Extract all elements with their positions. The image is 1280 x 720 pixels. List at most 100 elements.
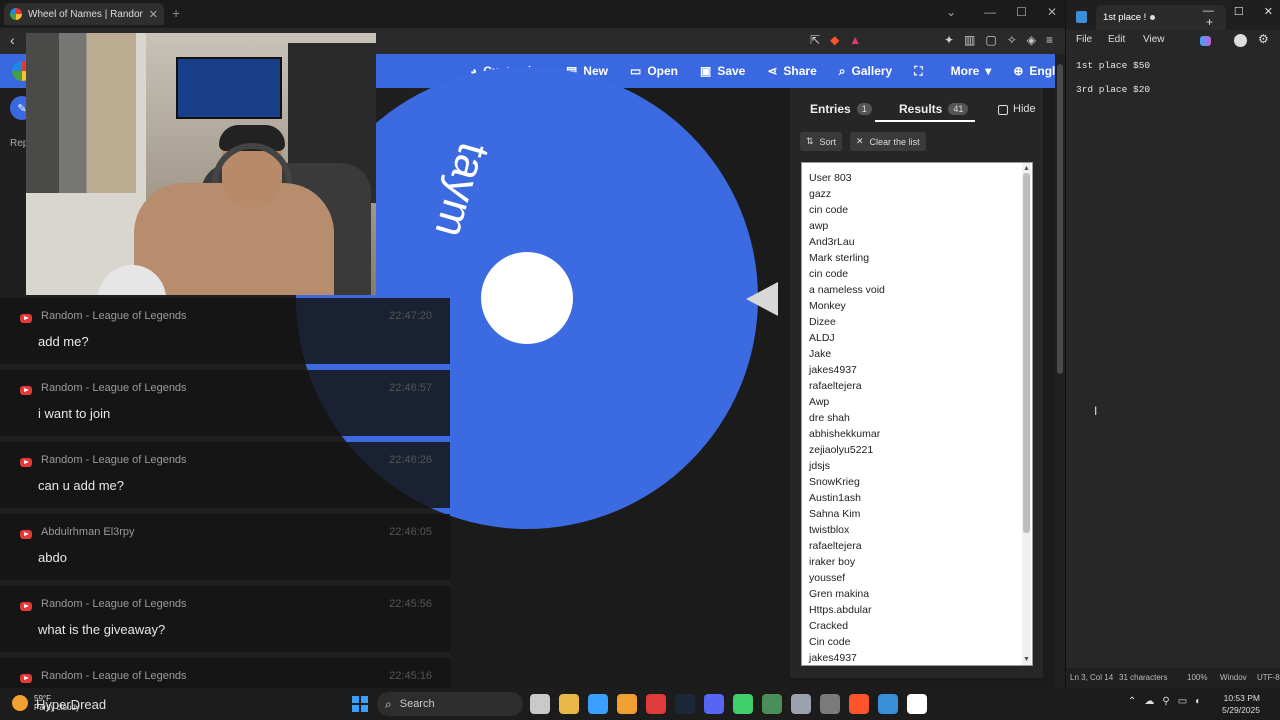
nav-item-label: Save <box>717 64 746 78</box>
gear-icon[interactable]: ⚙ <box>1258 32 1269 46</box>
notepad-tab-title: 1st place ! <box>1103 12 1147 23</box>
nav-item-gallery[interactable]: ⌕ Gallery <box>839 64 892 79</box>
chat-author: Random - League of Legends <box>41 310 187 322</box>
notepad-titlebar: 1st place ! + — ☐ ✕ <box>1066 0 1280 30</box>
taskbar-clock[interactable]: 10:53 PM 5/29/2025 <box>1222 692 1260 716</box>
result-item: Gren makina <box>809 588 870 600</box>
brave-shield-icon[interactable]: ◆ <box>830 33 839 47</box>
results-count-badge: 41 <box>948 103 969 115</box>
brave-rewards-icon[interactable]: ▲ <box>849 33 861 47</box>
result-item: dre shah <box>809 412 850 424</box>
taskbar-app-icon[interactable] <box>733 694 753 714</box>
network-icon[interactable]: ⚲ <box>1162 696 1169 707</box>
wheel-center[interactable] <box>481 252 573 344</box>
notepad-minimize-button[interactable]: — <box>1203 5 1214 18</box>
taskbar-search[interactable]: ⌕ Search <box>377 692 523 716</box>
browser-tab[interactable]: Wheel of Names | Random name ✕ <box>4 3 164 25</box>
menu-edit[interactable]: Edit <box>1108 34 1125 45</box>
wallet-icon[interactable]: ▢ <box>985 33 996 47</box>
youtube-icon <box>20 602 32 611</box>
taskbar-app-icon[interactable] <box>646 694 666 714</box>
page-scroll-thumb[interactable] <box>1057 64 1063 374</box>
copilot-icon[interactable] <box>1200 36 1211 46</box>
results-scrollbar[interactable]: ▲ ▼ <box>1022 163 1031 665</box>
close-window-button[interactable]: ✕ <box>1047 5 1057 19</box>
chat-author: Abdulrhman El3rpy <box>41 526 135 538</box>
tab-results[interactable]: Results 41 <box>899 102 969 116</box>
clock-date: 5/29/2025 <box>1222 705 1260 715</box>
chevron-up-icon[interactable]: ⌃ <box>1128 696 1136 707</box>
page-scrollbar[interactable] <box>1055 54 1065 688</box>
vpn-icon[interactable]: ◈ <box>1027 33 1036 47</box>
clear-list-button[interactable]: ✕ Clear the list <box>850 132 926 151</box>
menu-view[interactable]: View <box>1143 34 1165 45</box>
account-avatar-icon[interactable] <box>1234 34 1247 47</box>
windows-logo-pane <box>352 705 359 712</box>
chat-author: Random - League of Legends <box>41 598 187 610</box>
result-item: jakes4937 <box>809 364 857 376</box>
result-item: Monkey <box>809 300 846 312</box>
notepad-close-button[interactable]: ✕ <box>1264 5 1273 18</box>
system-tray: ⌃ ☁ ⚲ ▭ ◐ <box>1128 696 1201 707</box>
scroll-up-icon[interactable]: ▲ <box>1023 165 1030 172</box>
minimize-button[interactable]: — <box>984 5 996 19</box>
browser-toolbar-icons: ✦ ▥ ▢ ✧ ◈ ≡ <box>944 33 1053 47</box>
chat-text: what is the giveaway? <box>38 622 166 637</box>
sidebar-icon[interactable]: ▥ <box>964 33 975 47</box>
taskbar-app-icon[interactable] <box>675 694 695 714</box>
hide-checkbox[interactable] <box>998 105 1008 115</box>
scroll-down-icon[interactable]: ▼ <box>1023 656 1030 663</box>
nav-item-fullscreen[interactable]: ⛶ <box>914 64 928 79</box>
taskbar-app-icon[interactable] <box>907 694 927 714</box>
back-button[interactable]: ‹ <box>10 32 15 48</box>
taskbar-app-icon[interactable] <box>704 694 724 714</box>
results-textarea[interactable]: User 803 gazz cin code awp And3rLau Mark ster… <box>801 162 1033 666</box>
notepad-line: 1st place $50 <box>1076 60 1151 71</box>
taskbar-app-icon[interactable] <box>820 694 840 714</box>
taskbar-app-icon[interactable] <box>559 694 579 714</box>
taskbar-app-icon[interactable] <box>878 694 898 714</box>
result-item: Https.abdular <box>809 604 872 616</box>
taskbar-app-icon[interactable] <box>762 694 782 714</box>
result-item: And3rLau <box>809 236 855 248</box>
nav-item-share[interactable]: ⋖ Share <box>767 64 816 78</box>
new-tab-button[interactable]: + <box>172 5 180 21</box>
taskbar-app-icon[interactable] <box>530 694 550 714</box>
share-page-icon[interactable]: ⇱ <box>810 33 820 47</box>
display-icon[interactable]: ▭ <box>1178 696 1187 707</box>
taskbar-app-icon[interactable] <box>849 694 869 714</box>
tab-entries[interactable]: Entries 1 <box>810 102 872 116</box>
result-item: Jake <box>809 348 832 360</box>
nav-item-open[interactable]: ▭ Open <box>630 64 678 78</box>
webcam-coats <box>26 33 136 193</box>
live-chat-overlay: Random - League of Legends 22:47:20 add me… <box>0 298 450 720</box>
maximize-button[interactable]: ☐ <box>1016 5 1027 19</box>
extensions-icon[interactable]: ✦ <box>944 33 954 47</box>
nav-item-more[interactable]: More ▾ <box>951 64 992 78</box>
chevron-down-icon[interactable]: ⌄ <box>946 5 956 19</box>
onedrive-icon[interactable]: ☁ <box>1144 696 1154 707</box>
result-item: Awp <box>809 396 830 408</box>
taskbar-app-icon[interactable] <box>617 694 637 714</box>
text-cursor-icon: I <box>1094 404 1098 418</box>
webcam-tv <box>176 57 282 119</box>
nav-item-save[interactable]: ▣ Save <box>700 64 745 78</box>
notepad-maximize-button[interactable]: ☐ <box>1234 5 1244 18</box>
notepad-editor[interactable]: 1st place $50 3rd place $20 <box>1066 50 1280 662</box>
close-tab-icon[interactable]: ✕ <box>149 8 158 21</box>
leo-icon[interactable]: ✧ <box>1007 33 1017 47</box>
taskbar-app-icon[interactable] <box>791 694 811 714</box>
result-item: iraker boy <box>809 556 856 568</box>
sort-button[interactable]: ⇅ Sort <box>800 132 843 151</box>
start-button[interactable] <box>352 696 368 712</box>
browser-window: Wheel of Names | Random name ✕ + ⌄ — ☐ ✕… <box>0 0 1073 720</box>
volume-icon[interactable]: ◐ <box>1195 696 1201 707</box>
taskbar-search-label: Search <box>399 698 435 710</box>
chat-text: add me? <box>38 334 89 349</box>
results-scroll-thumb[interactable] <box>1023 173 1030 533</box>
menu-file[interactable]: File <box>1076 34 1092 45</box>
taskbar-app-icon[interactable] <box>588 694 608 714</box>
search-icon: ⌕ <box>838 63 846 78</box>
encoding: UTF-8 <box>1257 673 1280 682</box>
menu-icon[interactable]: ≡ <box>1046 33 1053 47</box>
